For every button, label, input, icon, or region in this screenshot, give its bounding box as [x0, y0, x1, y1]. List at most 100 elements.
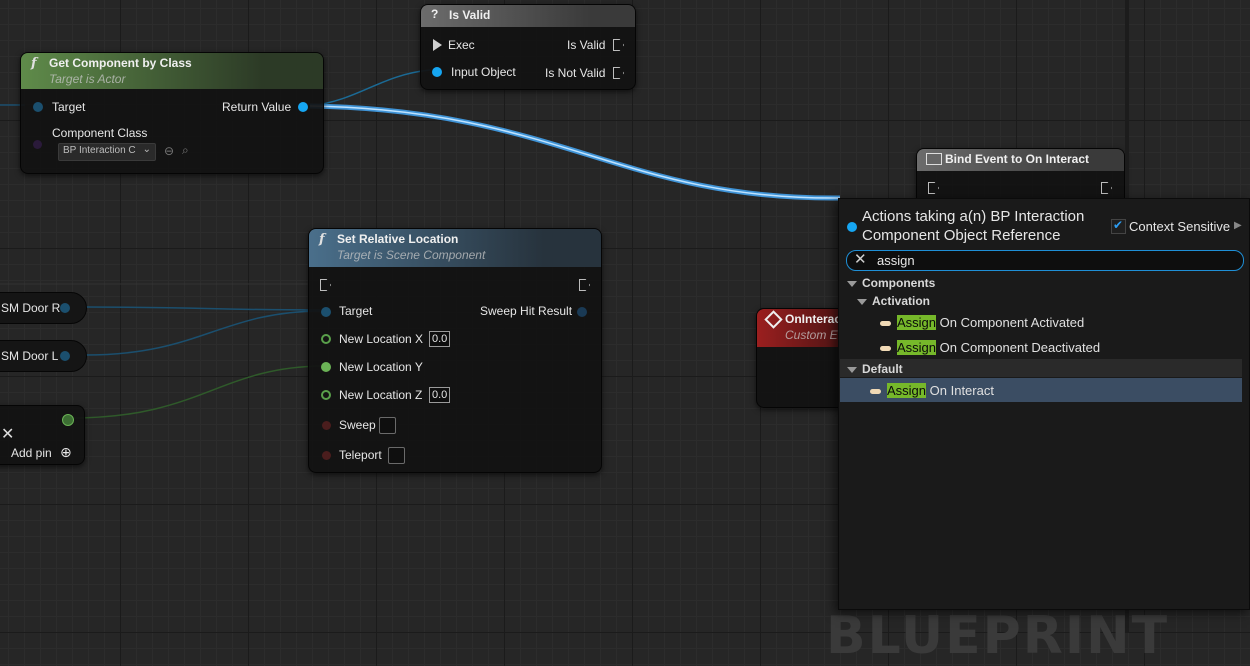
event-diamond-icon	[764, 310, 783, 329]
match-highlight: Assign	[887, 383, 927, 398]
node-title: Set Relative Location	[337, 232, 459, 246]
node-subtitle: Target is Scene Component	[337, 248, 486, 262]
match-highlight: Assign	[897, 315, 937, 330]
exec-in-pin-icon[interactable]	[928, 182, 939, 194]
search-icon[interactable]: ⌕	[182, 143, 189, 158]
category-label: Default	[862, 362, 903, 376]
door-l-pin-icon[interactable]	[60, 351, 70, 361]
location-z-pin-icon[interactable]	[321, 390, 331, 400]
collapse-icon	[847, 280, 857, 287]
sweep-pin-icon[interactable]	[322, 421, 331, 430]
node-title: Get Component by Class	[49, 56, 192, 70]
sweep-checkbox[interactable]	[379, 417, 396, 434]
target-label: Target	[339, 304, 373, 318]
action-assign-on-interact[interactable]: Assign On Interact	[870, 383, 994, 398]
item-label: On Component Deactivated	[936, 340, 1101, 355]
make-array-node[interactable]: ✕ Add pin ⊕	[0, 405, 85, 465]
target-pin-icon[interactable]	[321, 307, 331, 317]
teleport-pin-icon[interactable]	[322, 451, 331, 460]
door-r-pin-icon[interactable]	[60, 303, 70, 313]
collapse-icon	[857, 298, 867, 305]
component-class-value: BP Interaction C	[63, 145, 136, 156]
object-type-icon	[847, 222, 857, 232]
close-icon[interactable]: ✕	[1, 424, 14, 444]
sweep-hit-result-pin-icon[interactable]	[577, 307, 587, 317]
function-icon: f	[319, 232, 325, 247]
is-valid-node[interactable]: ? Is Valid Exec Is Valid Input Object Is…	[420, 4, 636, 90]
location-z-field[interactable]: 0.0	[429, 387, 451, 403]
event-icon	[926, 153, 942, 165]
function-icon: f	[31, 56, 37, 71]
exec-out-pin-icon[interactable]	[1101, 182, 1112, 194]
add-pin-icon[interactable]: ⊕	[60, 444, 72, 461]
location-x-field[interactable]: 0.0	[429, 331, 451, 347]
question-icon: ?	[431, 7, 439, 21]
category-components[interactable]: Components	[847, 276, 935, 290]
component-class-dropdown[interactable]: BP Interaction C ⌄	[58, 143, 156, 161]
input-object-label: Input Object	[451, 65, 516, 79]
category-activation[interactable]: Activation	[857, 294, 930, 308]
blueprint-watermark: BLUEPRINT	[826, 606, 1170, 666]
target-pin-label: Target	[52, 100, 86, 114]
location-y-pin-icon[interactable]	[321, 362, 331, 372]
node-title: Is Valid	[449, 8, 491, 22]
location-x-pin-icon[interactable]	[321, 334, 331, 344]
category-label: Components	[862, 276, 936, 290]
exec-in-pin-icon[interactable]	[433, 39, 442, 51]
return-value-label: Return Value	[222, 100, 292, 114]
action-menu-popup[interactable]: Actions taking a(n) BP Interaction Compo…	[838, 198, 1250, 610]
node-title: OnInterac	[785, 312, 842, 326]
return-value-pin-icon[interactable]	[298, 102, 308, 112]
teleport-checkbox[interactable]	[388, 447, 405, 464]
node-header: f Get Component by Class Target is Actor	[21, 53, 323, 89]
node-subtitle: Target is Actor	[49, 72, 126, 86]
category-default[interactable]: Default	[847, 362, 903, 376]
event-icon	[870, 389, 881, 395]
browse-icon[interactable]: ⊖	[164, 144, 174, 158]
class-pin-icon[interactable]	[33, 140, 42, 149]
add-pin-label[interactable]: Add pin	[11, 446, 52, 460]
input-object-pin-icon[interactable]	[432, 67, 442, 77]
match-highlight: Assign	[897, 340, 937, 355]
action-assign-on-component-activated[interactable]: Assign On Component Activated	[880, 315, 1084, 330]
node-title: Bind Event to On Interact	[945, 152, 1090, 166]
is-valid-exec-pin-icon[interactable]	[613, 39, 624, 51]
location-y-label: New Location Y	[339, 360, 423, 374]
teleport-label: Teleport	[339, 448, 382, 462]
item-label: On Interact	[926, 383, 994, 398]
clear-search-icon[interactable]: ✕	[854, 251, 867, 269]
location-z-label: New Location Z	[339, 388, 423, 402]
exec-out-pin-icon[interactable]	[579, 279, 590, 291]
chevron-down-icon: ⌄	[142, 144, 151, 155]
sweep-label: Sweep	[339, 418, 376, 432]
target-pin-icon[interactable]	[33, 102, 43, 112]
menu-title-line1: Actions taking a(n) BP Interaction	[862, 208, 1085, 225]
context-sensitive-checkbox[interactable]: ✔	[1111, 218, 1126, 234]
node-header: f Set Relative Location Target is Scene …	[309, 229, 601, 267]
door-r-label: SM Door R	[1, 301, 61, 315]
get-component-by-class-node[interactable]: f Get Component by Class Target is Actor…	[20, 52, 324, 174]
action-assign-on-component-deactivated[interactable]: Assign On Component Deactivated	[880, 340, 1100, 355]
menu-title: Actions taking a(n) BP Interaction Compo…	[862, 207, 1084, 245]
menu-title-line2: Component Object Reference	[862, 227, 1061, 244]
search-input[interactable]	[877, 252, 1217, 268]
door-r-variable-node[interactable]: SM Door R	[0, 292, 87, 324]
exec-in-pin-icon[interactable]	[320, 279, 331, 291]
category-label: Activation	[872, 294, 931, 308]
set-relative-location-node[interactable]: f Set Relative Location Target is Scene …	[308, 228, 602, 473]
node-header: Bind Event to On Interact	[917, 149, 1124, 171]
item-label: On Component Activated	[936, 315, 1085, 330]
component-class-label: Component Class	[52, 126, 148, 140]
door-l-label: SM Door L	[1, 349, 59, 363]
array-output-pin-icon[interactable]	[62, 414, 74, 426]
expand-right-icon[interactable]: ▶	[1234, 220, 1242, 231]
collapse-icon	[847, 366, 857, 373]
check-icon: ✔	[1113, 218, 1124, 232]
location-x-label: New Location X	[339, 332, 424, 346]
event-icon	[880, 321, 891, 327]
search-box[interactable]: ✕	[846, 250, 1244, 271]
sweep-hit-result-label: Sweep Hit Result	[480, 304, 573, 318]
is-not-valid-exec-pin-icon[interactable]	[613, 67, 624, 79]
node-header: ? Is Valid	[421, 5, 635, 27]
door-l-variable-node[interactable]: SM Door L	[0, 340, 87, 372]
